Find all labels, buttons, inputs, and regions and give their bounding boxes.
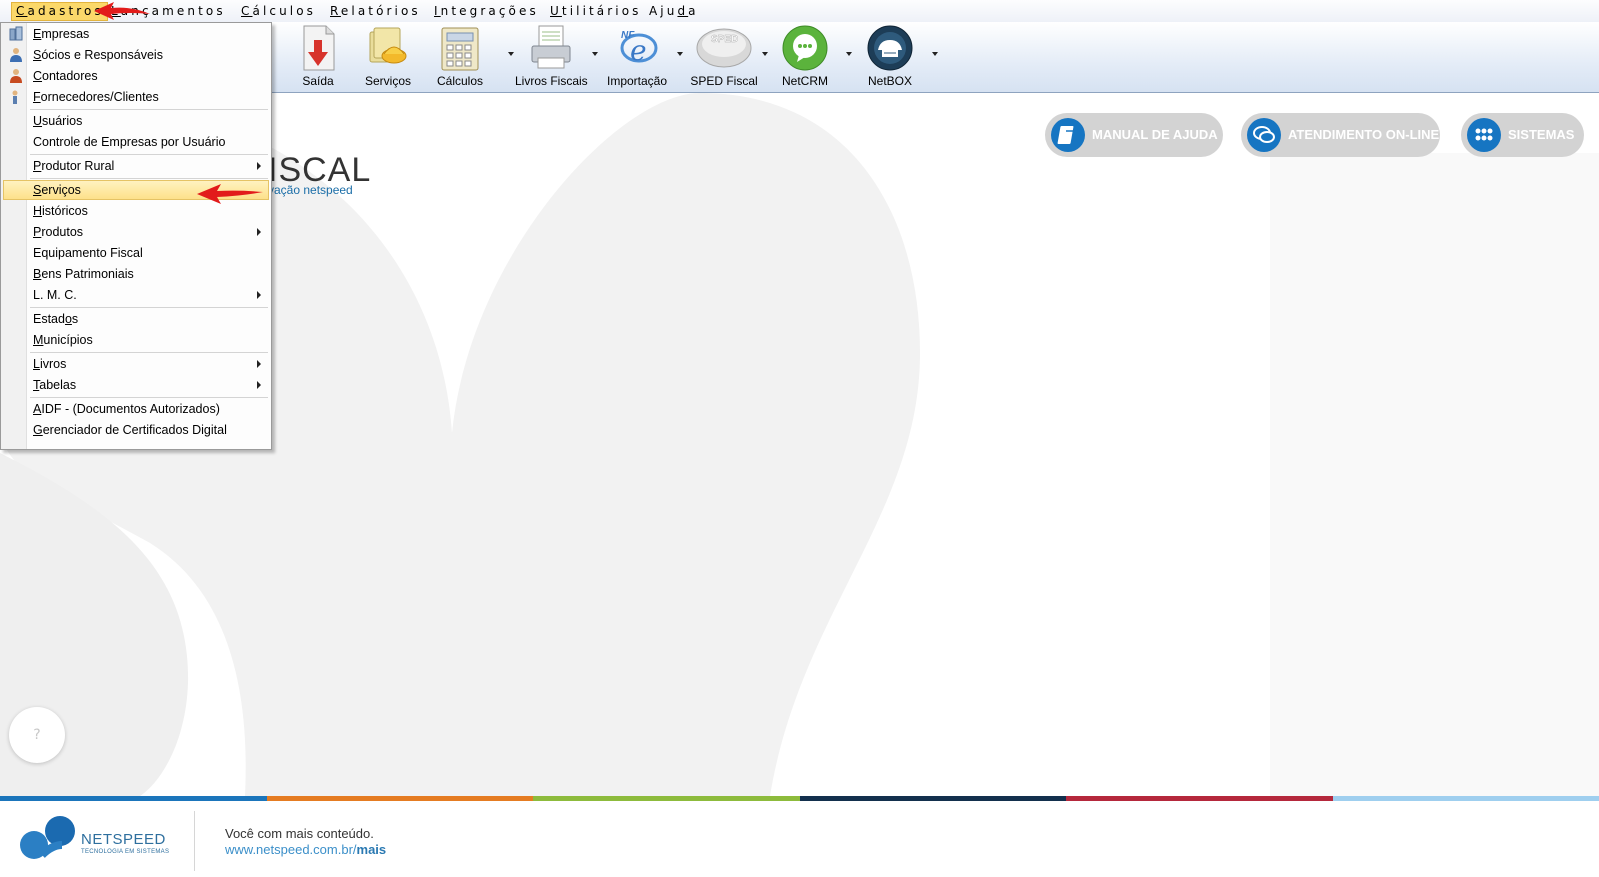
toolbar-livros-fiscais-button[interactable]: Livros Fiscais — [515, 22, 588, 92]
document-out-icon — [303, 25, 335, 71]
annotation-arrow-icon — [197, 184, 263, 204]
sped-dropdown-arrow[interactable] — [762, 52, 768, 56]
menu-item-socios[interactable]: Sócios e Responsáveis — [3, 45, 269, 65]
sped-icon: SPED — [696, 28, 752, 68]
menu-item-bens-patrimoniais[interactable]: Bens Patrimoniais — [3, 264, 269, 284]
svg-text:SPED: SPED — [711, 34, 738, 45]
book-icon — [1057, 126, 1074, 144]
menu-item-estados[interactable]: Estados — [3, 309, 269, 329]
cadastros-dropdown-menu: Empresas Sócios e Responsáveis Contadore… — [0, 22, 272, 450]
person-small-icon — [12, 90, 18, 104]
netbox-icon — [867, 25, 913, 71]
livros-dropdown-arrow[interactable] — [592, 52, 598, 56]
grid-dots-icon — [1475, 128, 1493, 141]
toolbar-sped-fiscal-button[interactable]: SPED SPED Fiscal — [688, 22, 760, 92]
menu-relatorios[interactable]: Relatórios — [330, 4, 421, 18]
footer-brand-name: NETSPEED — [81, 831, 166, 848]
menu-separator — [30, 307, 268, 308]
product-tagline: vação netspeed — [268, 183, 353, 197]
person-blue-icon — [10, 48, 22, 62]
menu-item-produtos[interactable]: Produtos — [3, 222, 269, 242]
services-icon — [369, 27, 407, 64]
calculos-dropdown-arrow[interactable] — [508, 52, 514, 56]
menu-separator — [30, 178, 268, 179]
footer-brand-sub: TECNOLOGIA EM SISTEMAS — [81, 849, 170, 855]
menu-separator — [30, 352, 268, 353]
printer-icon — [531, 25, 571, 69]
toolbar-calculos-button[interactable]: Cálculos — [432, 22, 488, 92]
menu-integracoes[interactable]: Integrações — [434, 4, 539, 18]
manual-de-ajuda-button[interactable]: MANUAL DE AJUDA — [1045, 113, 1223, 157]
chat-icon — [1253, 126, 1275, 143]
svg-text:NF: NF — [621, 30, 635, 41]
toolbar-netcrm-button[interactable]: NetCRM — [777, 22, 833, 92]
menu-item-gerenciador-certificados[interactable]: Gerenciador de Certificados Digital — [3, 420, 269, 440]
menu-item-equipamento-fiscal[interactable]: Equipamento Fiscal — [3, 243, 269, 263]
netspeed-logo-icon — [20, 816, 75, 859]
menu-separator — [30, 397, 268, 398]
toolbar-servicos-button[interactable]: Serviços — [360, 22, 416, 92]
toolbar-saida-button[interactable]: Saída — [290, 22, 346, 92]
nfe-icon: e NF — [620, 30, 658, 67]
submenu-arrow-icon — [257, 381, 261, 389]
netbox-dropdown-arrow[interactable] — [932, 52, 938, 56]
menu-item-contadores[interactable]: Contadores — [3, 66, 269, 86]
menu-calculos[interactable]: Cálculos — [241, 4, 316, 18]
footer-divider — [194, 811, 195, 871]
menu-item-municipios[interactable]: Municípios — [3, 330, 269, 350]
menu-item-produtor-rural[interactable]: Produtor Rural — [3, 156, 269, 176]
menu-separator — [30, 154, 268, 155]
menu-item-livros[interactable]: Livros — [3, 354, 269, 374]
help-chat-bubble[interactable]: ? — [9, 707, 65, 763]
footer: NETSPEED TECNOLOGIA EM SISTEMAS Você com… — [0, 801, 1599, 877]
menu-separator — [30, 109, 268, 110]
menu-item-controle-empresas[interactable]: Controle de Empresas por Usuário — [3, 132, 269, 152]
menu-ajuda[interactable]: Ajuda — [649, 4, 699, 18]
netcrm-icon — [782, 25, 828, 71]
submenu-arrow-icon — [257, 291, 261, 299]
menu-item-usuarios[interactable]: Usuários — [3, 111, 269, 131]
person-red-icon — [10, 69, 22, 83]
menu-utilitarios[interactable]: Utilitários — [550, 4, 642, 18]
submenu-arrow-icon — [257, 360, 261, 368]
menu-item-lmc[interactable]: L. M. C. — [3, 285, 269, 305]
toolbar-netbox-button[interactable]: NetBOX — [862, 22, 918, 92]
menu-item-aidf[interactable]: AIDF - (Documentos Autorizados) — [3, 399, 269, 419]
menu-item-empresas[interactable]: Empresas — [3, 24, 269, 44]
atendimento-online-button[interactable]: ATENDIMENTO ON-LINE — [1241, 113, 1440, 157]
annotation-arrow-icon — [94, 2, 150, 20]
sistemas-button[interactable]: SISTEMAS — [1461, 113, 1584, 157]
calculator-icon — [441, 27, 479, 71]
toolbar-importacao-button[interactable]: e NF Importação — [603, 22, 671, 92]
buildings-icon — [9, 26, 23, 41]
submenu-arrow-icon — [257, 228, 261, 236]
footer-tagline: Você com mais conteúdo. — [225, 826, 374, 841]
menu-item-tabelas[interactable]: Tabelas — [3, 375, 269, 395]
menu-item-fornecedores-clientes[interactable]: Fornecedores/Clientes — [3, 87, 269, 107]
importacao-dropdown-arrow[interactable] — [677, 52, 683, 56]
footer-link[interactable]: www.netspeed.com.br/mais — [225, 842, 386, 857]
menu-bar: Cadastros Lançamentos Cálculos Relatório… — [0, 0, 1599, 22]
netcrm-dropdown-arrow[interactable] — [846, 52, 852, 56]
submenu-arrow-icon — [257, 162, 261, 170]
